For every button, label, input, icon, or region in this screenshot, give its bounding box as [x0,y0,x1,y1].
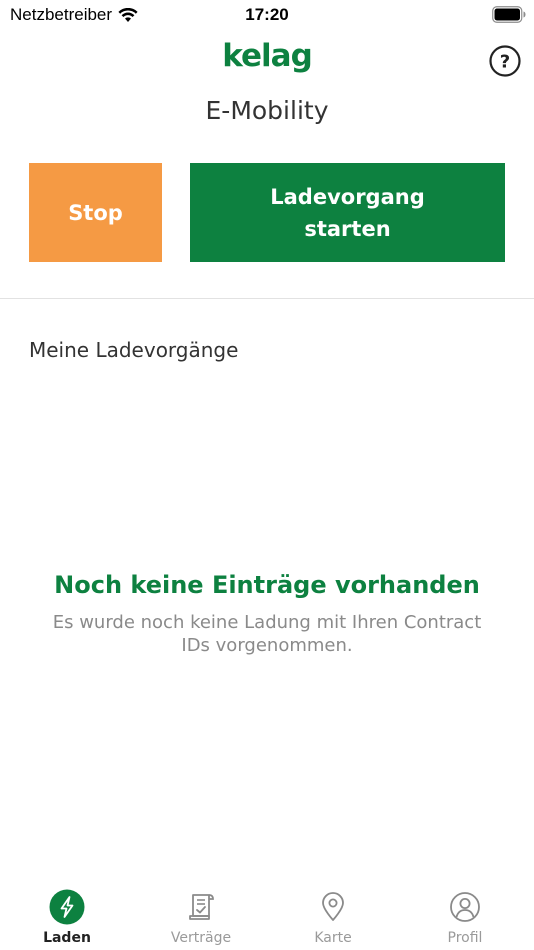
empty-state-text: Es wurde noch keine Ladung mit Ihren Con… [52,612,482,656]
tab-karte[interactable]: Karte [266,880,400,950]
start-charging-button[interactable]: Ladevorgang starten [190,163,505,262]
user-circle-icon [450,892,480,922]
tab-profil[interactable]: Profil [398,880,532,950]
tab-laden[interactable]: Laden [0,880,134,950]
status-time: 17:20 [245,5,289,24]
section-title: Meine Ladevorgänge [29,338,239,362]
page-title: E-Mobility [205,96,329,125]
start-button-label-line2: starten [304,216,391,241]
tab-vertraege[interactable]: Verträge [134,880,268,950]
tab-label: Karte [314,930,352,946]
tab-bar: Laden Verträge Karte Profil [0,880,534,950]
tab-label: Profil [447,930,483,946]
contract-document-icon [189,894,214,920]
tab-label: Verträge [170,930,232,946]
start-button-label-line1: Ladevorgang [270,184,425,209]
empty-state-title: Noch keine Einträge vorhanden [54,571,480,599]
kelag-logo: kelag [222,38,313,74]
charge-bolt-icon [49,889,85,925]
svg-text:?: ? [500,52,510,73]
stop-button[interactable]: Stop [29,163,162,262]
stop-button-label: Stop [68,200,123,225]
question-circle-icon[interactable]: ? [489,45,521,77]
status-bar: Netzbetreiber 17:20 [0,0,534,30]
map-pin-icon [322,892,344,921]
battery-icon [492,6,526,23]
tab-label: Laden [43,930,91,946]
section-divider [0,298,534,299]
